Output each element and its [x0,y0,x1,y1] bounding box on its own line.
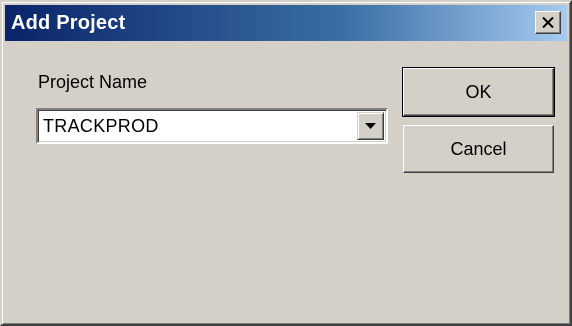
window-title: Add Project [11,11,126,34]
dropdown-button[interactable] [357,112,384,140]
add-project-dialog: Add Project Project Name TRACKPROD OK Ca… [0,0,572,326]
ok-button[interactable]: OK [402,67,555,117]
close-button[interactable] [535,11,561,34]
project-name-combobox[interactable]: TRACKPROD [36,108,388,144]
project-name-label: Project Name [38,72,148,92]
cancel-button[interactable]: Cancel [403,125,554,173]
title-bar[interactable]: Add Project [5,5,567,41]
chevron-down-icon [365,122,376,129]
project-name-value[interactable]: TRACKPROD [43,116,159,137]
close-icon [542,17,554,28]
